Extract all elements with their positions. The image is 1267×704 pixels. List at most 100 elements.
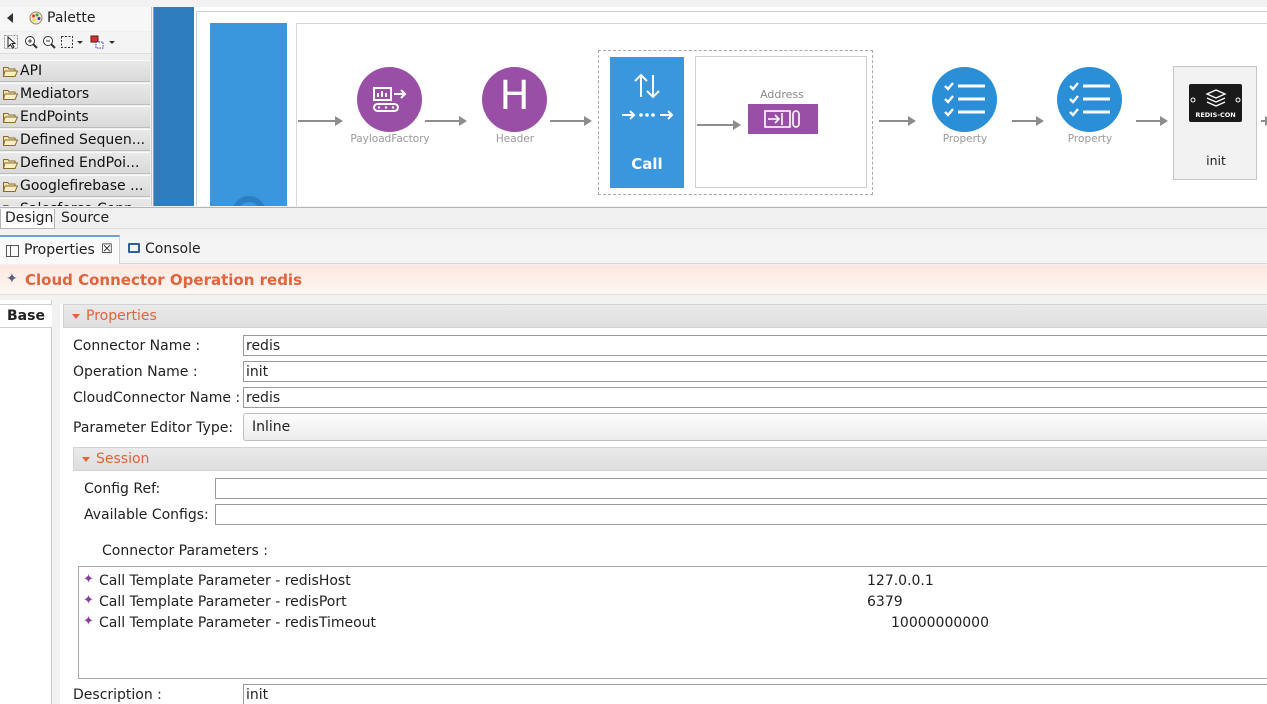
marquee-select-icon[interactable] — [60, 35, 74, 49]
connector-operation-icon: ✦ — [6, 271, 18, 287]
payload-factory-node[interactable] — [357, 67, 422, 132]
close-icon[interactable]: ☒ — [101, 242, 113, 257]
section-session-title: Session — [96, 451, 150, 467]
flow-arrow — [1012, 116, 1044, 126]
palette-drawer[interactable]: Salesforce Conn... — [0, 198, 150, 206]
properties-title-bar: ✦ Cloud Connector Operation redis — [0, 265, 1267, 295]
folder-icon — [3, 67, 18, 77]
palette-drawer-label: Googlefirebase ... — [20, 178, 144, 194]
call-label: Call — [631, 155, 663, 173]
eclipse-workbench: Palette API Mediators EndPoints Defined … — [0, 0, 1267, 704]
palette-drawer[interactable]: Mediators — [0, 83, 150, 105]
palette-toolbar — [0, 32, 151, 54]
folder-icon — [3, 159, 18, 169]
connector-parameters-list[interactable]: ✦ Call Template Parameter - redisHost 127.… — [78, 566, 1267, 679]
payload-factory-label: PayloadFactory — [350, 133, 430, 145]
collapse-arrow-icon[interactable] — [7, 13, 13, 23]
tab-design[interactable]: Design — [0, 209, 55, 229]
property-list-icon — [944, 82, 985, 117]
header-node[interactable]: H — [482, 67, 547, 132]
palette-drawer-label: Salesforce Conn... — [20, 201, 146, 206]
palette-title: Palette — [47, 10, 96, 26]
diagram-canvas[interactable]: PayloadFactory H Header Call Address Pro… — [153, 7, 1267, 206]
payload-factory-icon — [373, 87, 407, 112]
folder-icon — [3, 113, 18, 123]
palette-drawer[interactable]: API — [0, 60, 150, 82]
palette-drawer-label: Mediators — [20, 86, 90, 102]
palette-drawer[interactable]: Googlefirebase ... — [0, 175, 150, 197]
table-row[interactable]: ✦ Call Template Parameter - redisHost 127.… — [79, 571, 1267, 592]
available-configs-input[interactable] — [215, 504, 1267, 525]
section-properties-header[interactable]: Properties — [63, 304, 1267, 328]
parameter-name: Call Template Parameter - redisHost — [99, 573, 351, 589]
call-icon — [622, 73, 674, 120]
palette-drawer-label: EndPoints — [20, 109, 89, 125]
section-properties-title: Properties — [86, 308, 157, 324]
description-label: Description : — [73, 687, 162, 703]
parameter-value: 10000000000 — [891, 615, 989, 631]
view-tab-bar: Properties ☒ Console — [0, 235, 1267, 264]
cloud-connector-name-input[interactable] — [243, 387, 1267, 408]
in-sequence-block[interactable] — [210, 23, 287, 206]
flow-arrow — [425, 116, 467, 126]
property-node-2[interactable] — [1057, 67, 1122, 132]
call-node[interactable]: Call — [610, 57, 684, 188]
section-session-header[interactable]: Session — [73, 447, 1267, 471]
address-endpoint-icon — [764, 110, 800, 128]
parameter-editor-type-value: Inline — [252, 419, 291, 435]
palette-drawer[interactable]: Defined EndPoi... — [0, 152, 150, 174]
tab-source[interactable]: Source — [57, 209, 115, 229]
parameter-name: Call Template Parameter - redisTimeout — [99, 615, 377, 631]
property-list-icon — [1069, 82, 1110, 117]
redis-logo-text: REDIS-CON — [1195, 111, 1236, 119]
connector-name-label: Connector Name : — [73, 338, 201, 354]
tab-properties[interactable]: Properties ☒ — [0, 235, 120, 264]
tab-properties-label: Properties — [24, 242, 95, 258]
gear-icon — [233, 196, 265, 206]
header-letter: H — [499, 73, 530, 119]
palette-drawer[interactable]: Defined Sequen... — [0, 129, 150, 151]
properties-form: Properties Connector Name : Operation Na… — [60, 304, 1267, 704]
operation-name-input[interactable] — [243, 361, 1267, 382]
header-label: Header — [495, 133, 535, 145]
palette-header[interactable]: Palette — [0, 7, 151, 31]
property-label-2: Property — [1067, 133, 1113, 145]
parameter-icon: ✦ — [83, 593, 94, 608]
palette-drawer[interactable]: EndPoints — [0, 106, 150, 128]
parameter-icon: ✦ — [83, 614, 94, 629]
address-endpoint-node[interactable] — [748, 104, 818, 134]
flow-arrow — [550, 116, 592, 126]
page-title: Cloud Connector Operation redis — [25, 271, 303, 289]
tab-console[interactable]: Console — [126, 235, 226, 264]
redis-connector-node[interactable]: REDIS-CON init — [1173, 66, 1257, 180]
parameter-editor-type-label: Parameter Editor Type: — [73, 420, 234, 436]
property-node-1[interactable] — [932, 67, 997, 132]
flow-arrow — [879, 116, 916, 126]
palette-icon — [29, 11, 43, 25]
tab-base[interactable]: Base — [0, 304, 52, 328]
connector-name-input[interactable] — [243, 335, 1267, 356]
connector-parameters-label: Connector Parameters : — [102, 543, 268, 559]
zoom-in-icon[interactable] — [24, 35, 38, 49]
folder-icon — [3, 136, 18, 146]
parameter-editor-type-select[interactable]: Inline — [243, 413, 1267, 441]
redis-operation-label: init — [1206, 153, 1226, 168]
chevron-down-icon[interactable] — [76, 35, 84, 49]
connection-tool-icon[interactable] — [90, 35, 104, 49]
redis-stack-icon — [1190, 89, 1241, 107]
table-row[interactable]: ✦ Call Template Parameter - redisPort 6379 — [79, 592, 1267, 613]
cloud-connector-name-label: CloudConnector Name : — [73, 390, 241, 406]
flow-arrow — [697, 120, 741, 130]
parameter-icon: ✦ — [83, 572, 94, 587]
select-arrow-icon[interactable] — [4, 35, 18, 49]
tab-console-label: Console — [145, 241, 201, 257]
console-view-icon — [128, 243, 140, 253]
description-input[interactable] — [243, 684, 1267, 704]
table-row[interactable]: ✦ Call Template Parameter - redisTimeout 1… — [79, 613, 1267, 634]
palette-panel: Palette API Mediators EndPoints Defined … — [0, 7, 152, 206]
zoom-out-icon[interactable] — [42, 35, 56, 49]
redis-logo: REDIS-CON — [1189, 84, 1242, 122]
parameter-value: 6379 — [867, 594, 903, 610]
config-ref-input[interactable] — [215, 478, 1267, 499]
chevron-down-icon[interactable] — [108, 35, 116, 49]
